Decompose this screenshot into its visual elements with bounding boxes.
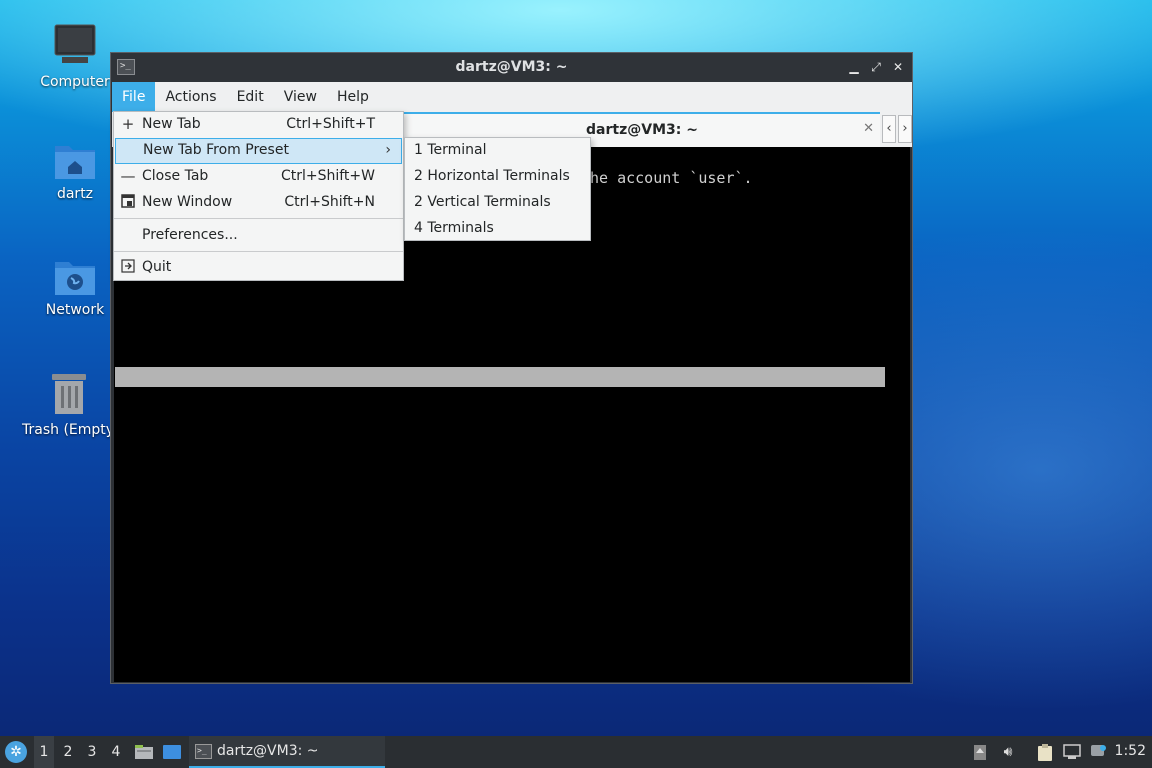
desktop-icon-trash[interactable]: Trash (Empty)	[22, 372, 120, 438]
network-tray-icon[interactable]	[1063, 744, 1081, 761]
menu-item-preferences[interactable]: Preferences...	[114, 223, 403, 249]
terminal-highlight-bar	[115, 367, 885, 387]
desktop-icon-computer[interactable]: Computer	[28, 24, 122, 90]
close-icon[interactable]: ✕	[890, 59, 906, 75]
tab-title: dartz@VM3: ~	[586, 122, 698, 138]
menu-file[interactable]: File	[112, 82, 156, 112]
menu-item-new-window[interactable]: New Window Ctrl+Shift+N	[114, 190, 403, 216]
menu-separator	[114, 251, 403, 252]
volume-icon[interactable]: 🔊︎	[999, 744, 1017, 761]
submenu-item-2-horizontal[interactable]: 2 Horizontal Terminals	[405, 164, 590, 190]
desktop-icon-label: Computer	[40, 74, 110, 90]
plus-icon: +	[121, 115, 135, 133]
taskbar: ✲ 1 2 3 4 >_ dartz@VM3: ~ 🔊︎ 1:52	[0, 736, 1152, 768]
maximize-icon[interactable]: ⤢	[868, 59, 884, 75]
workspace-2[interactable]: 2	[58, 736, 78, 768]
network-folder-icon	[54, 256, 96, 296]
menu-edit[interactable]: Edit	[227, 82, 274, 112]
desktop-icon-network[interactable]: Network	[28, 256, 122, 318]
show-desktop-icon[interactable]	[162, 744, 182, 760]
workspace-3[interactable]: 3	[82, 736, 102, 768]
desktop-icon-label: Trash (Empty)	[22, 422, 120, 438]
tray-updates-icon[interactable]	[971, 744, 989, 761]
submenu-item-4-terminals[interactable]: 4 Terminals	[405, 216, 590, 242]
tab-close-icon[interactable]: ✕	[863, 121, 874, 136]
window-title: dartz@VM3: ~	[455, 59, 568, 75]
start-menu-icon[interactable]: ✲	[5, 741, 27, 763]
desktop-icon-label: Network	[45, 302, 105, 318]
menu-view[interactable]: View	[274, 82, 327, 112]
menubar: File Actions Edit View Help	[112, 82, 912, 112]
preset-submenu: 1 Terminal 2 Horizontal Terminals 2 Vert…	[404, 137, 591, 241]
menu-item-new-tab[interactable]: + New Tab Ctrl+Shift+T	[114, 112, 403, 138]
tab-scroll-right-icon[interactable]: ›	[898, 115, 912, 143]
menu-item-quit[interactable]: Quit	[114, 255, 403, 281]
menu-item-close-tab[interactable]: — Close Tab Ctrl+Shift+W	[114, 164, 403, 190]
file-menu: + New Tab Ctrl+Shift+T New Tab From Pres…	[113, 111, 404, 281]
submenu-item-2-vertical[interactable]: 2 Vertical Terminals	[405, 190, 590, 216]
quit-icon	[120, 259, 136, 275]
minus-icon: —	[120, 167, 136, 185]
terminal-text: he account `user`.	[590, 169, 753, 187]
taskbar-task-terminal[interactable]: >_ dartz@VM3: ~	[189, 736, 385, 768]
menu-help[interactable]: Help	[327, 82, 379, 112]
computer-icon	[54, 24, 96, 68]
workspace-1[interactable]: 1	[34, 736, 54, 768]
terminal-task-icon: >_	[195, 744, 212, 759]
tab-scroll-left-icon[interactable]: ‹	[882, 115, 896, 143]
home-folder-icon	[54, 140, 96, 180]
window-titlebar[interactable]: >_ dartz@VM3: ~ ▁ ⤢ ✕	[111, 53, 912, 82]
chevron-right-icon: ›	[385, 142, 391, 158]
minimize-icon[interactable]: ▁	[846, 59, 862, 75]
menu-item-new-tab-from-preset[interactable]: New Tab From Preset ›	[115, 138, 402, 164]
desktop-icon-home[interactable]: dartz	[28, 140, 122, 202]
new-window-icon	[120, 194, 136, 210]
clipboard-icon[interactable]	[1036, 744, 1054, 761]
desktop-icon-label: dartz	[56, 186, 94, 202]
file-manager-icon[interactable]	[134, 744, 154, 760]
menu-actions[interactable]: Actions	[155, 82, 226, 112]
taskbar-task-label: dartz@VM3: ~	[217, 743, 319, 759]
clock[interactable]: 1:52	[1115, 743, 1146, 759]
workspace-4[interactable]: 4	[106, 736, 126, 768]
menu-separator	[114, 218, 403, 219]
trash-icon	[49, 372, 89, 416]
notification-icon[interactable]	[1089, 744, 1107, 761]
submenu-item-1-terminal[interactable]: 1 Terminal	[405, 138, 590, 164]
